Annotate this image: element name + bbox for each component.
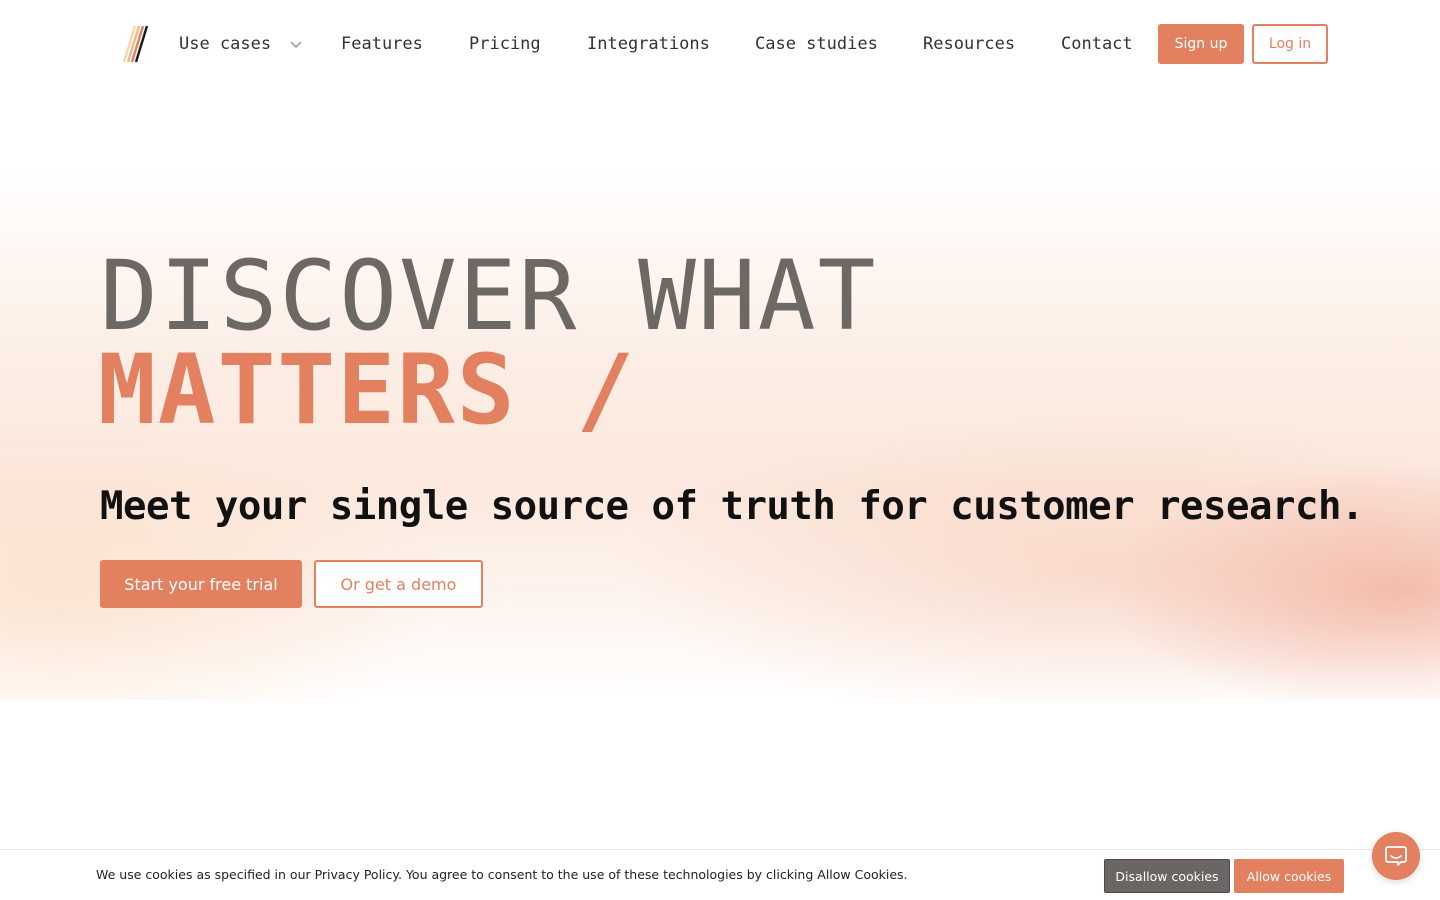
- nav-features[interactable]: Features: [341, 31, 423, 57]
- chat-bubble-icon: [1385, 846, 1407, 866]
- cookie-banner: We use cookies as specified in our Priva…: [0, 849, 1440, 900]
- nav-contact[interactable]: Contact: [1061, 31, 1133, 57]
- sign-up-button[interactable]: Sign up: [1158, 24, 1244, 64]
- hero-subheadline: Meet your single source of truth for cus…: [100, 484, 1364, 529]
- nav-use-cases[interactable]: Use cases: [179, 31, 303, 57]
- site-header: Use cases Features Pricing Integrations …: [0, 0, 1440, 88]
- start-free-trial-button[interactable]: Start your free trial: [100, 560, 302, 608]
- nav-pricing[interactable]: Pricing: [469, 31, 541, 57]
- disallow-cookies-button[interactable]: Disallow cookies: [1104, 859, 1230, 893]
- get-demo-button[interactable]: Or get a demo: [314, 560, 483, 608]
- nav-integrations[interactable]: Integrations: [587, 31, 710, 57]
- nav-use-cases-label: Use cases: [179, 34, 272, 54]
- hero-headline-line2: MATTERS /: [98, 334, 637, 446]
- chat-launcher-button[interactable]: [1372, 832, 1420, 880]
- allow-cookies-button[interactable]: Allow cookies: [1234, 859, 1344, 893]
- brand-slash-logo[interactable]: [115, 24, 149, 64]
- cookie-banner-text: We use cookies as specified in our Priva…: [96, 867, 908, 882]
- nav-case-studies[interactable]: Case studies: [755, 31, 878, 57]
- log-in-button[interactable]: Log in: [1252, 24, 1328, 64]
- nav-resources[interactable]: Resources: [923, 31, 1015, 57]
- chevron-down-icon: [290, 41, 302, 49]
- hero-headline-line1: DISCOVER WHAT: [100, 240, 878, 352]
